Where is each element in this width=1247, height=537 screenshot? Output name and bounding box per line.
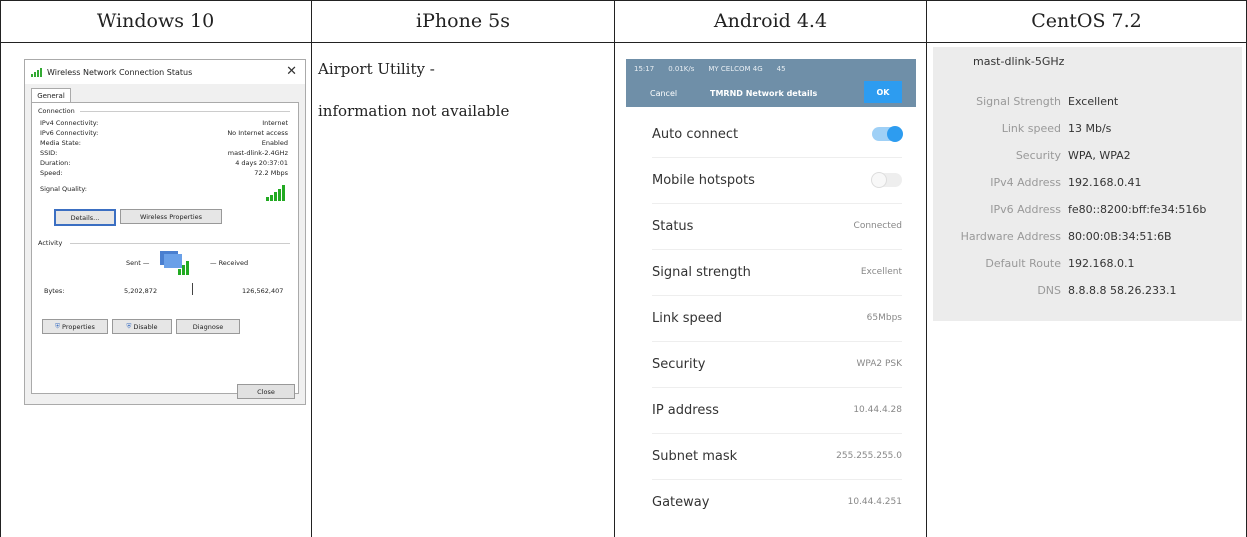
list-item-mobile-hotspots[interactable]: Mobile hotspots — [652, 157, 902, 204]
list-item: Gateway 10.44.4.251 — [652, 494, 902, 510]
properties-button[interactable]: ⛨ Properties — [42, 319, 108, 334]
diagnose-button[interactable]: Diagnose — [176, 319, 240, 334]
details-button[interactable]: Details... — [54, 209, 116, 226]
wifi-signal-icon — [31, 67, 42, 77]
signal-bars-icon — [266, 185, 285, 201]
header-android: Android 4.4 — [713, 10, 828, 32]
mobile-hotspots-toggle[interactable] — [871, 172, 902, 188]
wireless-properties-button[interactable]: Wireless Properties — [120, 209, 222, 224]
received-label: — Received — [210, 259, 249, 267]
dialog-titlebar: Wireless Network Connection Status ✕ — [25, 60, 305, 84]
detail-row: Link speed 13 Mb/s — [1001, 121, 1112, 135]
activity-section-label: Activity — [38, 239, 63, 247]
centos-network-details: mast-dlink-5GHz Signal Strength Excellent… — [933, 47, 1242, 321]
close-button[interactable]: Close — [237, 384, 295, 399]
status-row: SSID: mast-dlink-2.4GHz — [40, 149, 288, 157]
header-iphone: iPhone 5s — [416, 10, 510, 32]
column-divider — [614, 0, 615, 537]
status-row: Duration: 4 days 20:37:01 — [40, 159, 288, 167]
bytes-sent: 5,202,872 — [124, 287, 158, 295]
list-item: IP address 10.44.4.28 — [652, 387, 902, 434]
status-row: Speed: 72.2 Mbps — [40, 169, 288, 177]
ok-button[interactable]: OK — [864, 81, 902, 103]
divider — [70, 243, 290, 244]
detail-row: Signal Strength Excellent — [976, 94, 1119, 108]
list-item-auto-connect[interactable]: Auto connect — [652, 111, 903, 158]
detail-row: DNS 8.8.8.8 58.26.233.1 — [1037, 283, 1177, 297]
bytes-label: Bytes: — [44, 287, 65, 295]
divider — [80, 111, 290, 112]
header-windows: Windows 10 — [96, 10, 215, 32]
status-row: IPv4 Connectivity: Internet — [40, 119, 288, 127]
header-divider — [0, 42, 1247, 43]
list-item: Link speed 65Mbps — [652, 295, 902, 342]
dialog-title: Wireless Network Connection Status — [47, 67, 193, 77]
bytes-received: 126,562,407 — [242, 287, 284, 295]
general-panel: Connection IPv4 Connectivity: Internet IP… — [31, 102, 299, 394]
iphone-line-2: information not available — [318, 102, 510, 120]
header-centos: CentOS 7.2 — [1031, 10, 1142, 32]
windows-status-dialog: Wireless Network Connection Status ✕ Gen… — [24, 59, 306, 405]
detail-row: Hardware Address 80:00:0B:34:51:6B — [960, 229, 1172, 243]
iphone-line-1: Airport Utility - — [318, 60, 435, 78]
android-dialog-title: TMRND Network details — [710, 88, 818, 98]
status-row: IPv6 Connectivity: No Internet access — [40, 129, 288, 137]
detail-row: IPv6 Address fe80::8200:bff:fe34:516b — [990, 202, 1207, 216]
android-status-bar: 15:17 0.01K/s MY CELCOM 4G 45 — [626, 59, 916, 79]
cancel-button[interactable]: Cancel — [650, 89, 677, 98]
status-row: Media State: Enabled — [40, 139, 288, 147]
signal-quality-row: Signal Quality: — [40, 185, 288, 201]
list-item: Security WPA2 PSK — [652, 341, 902, 388]
detail-row: Default Route 192.168.0.1 — [985, 256, 1135, 270]
auto-connect-toggle[interactable] — [872, 126, 903, 142]
android-action-bar: Cancel TMRND Network details OK — [626, 79, 916, 107]
connection-section-label: Connection — [38, 107, 75, 115]
shield-icon: ⛨ — [55, 322, 60, 330]
shield-icon: ⛨ — [126, 322, 132, 330]
column-divider — [0, 0, 1, 537]
tab-general[interactable]: General — [31, 88, 71, 103]
list-item: Signal strength Excellent — [652, 249, 902, 296]
column-divider — [926, 0, 927, 537]
detail-row: IPv4 Address 192.168.0.41 — [990, 175, 1142, 189]
close-icon[interactable]: ✕ — [286, 64, 297, 79]
list-item: Subnet mask 255.255.255.0 — [652, 433, 902, 480]
network-computers-icon — [160, 251, 189, 275]
detail-row: Security WPA, WPA2 — [1015, 148, 1131, 162]
android-network-details: 15:17 0.01K/s MY CELCOM 4G 45 Cancel TMR… — [626, 59, 916, 537]
network-name: mast-dlink-5GHz — [973, 55, 1065, 68]
sent-label: Sent — — [126, 259, 150, 267]
divider — [192, 283, 193, 295]
disable-button[interactable]: ⛨ Disable — [112, 319, 172, 334]
column-divider — [311, 0, 312, 537]
list-item: Status Connected — [652, 203, 902, 250]
